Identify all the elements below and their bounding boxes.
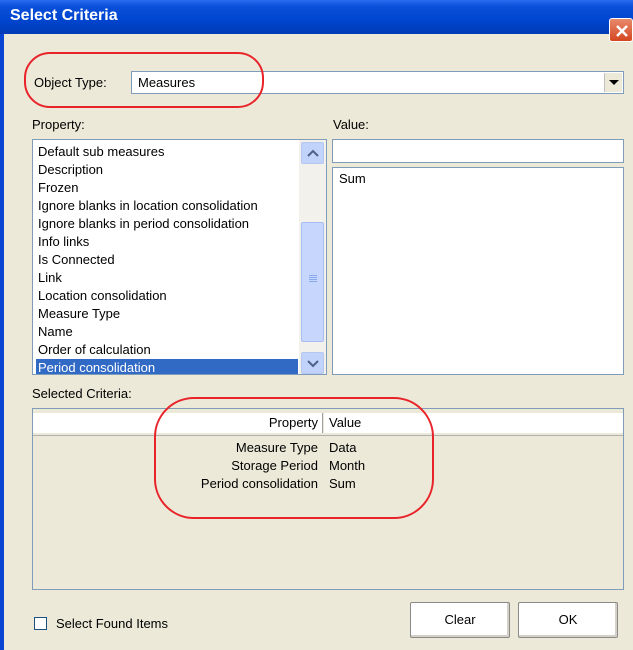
value-input[interactable] <box>332 139 624 163</box>
property-item[interactable]: Name <box>36 323 298 341</box>
property-item[interactable]: Order of calculation <box>36 341 298 359</box>
select-criteria-dialog: Select Criteria Object Type: Measures Pr… <box>0 0 633 650</box>
property-list[interactable]: Default sub measures Description Frozen … <box>32 139 327 375</box>
property-item[interactable]: Info links <box>36 233 298 251</box>
ok-button-label: OK <box>558 612 578 627</box>
selected-criteria-label: Selected Criteria: <box>32 386 132 401</box>
property-scrollbar[interactable] <box>299 140 326 374</box>
clear-button-label: Clear <box>444 612 476 627</box>
property-item[interactable]: Location consolidation <box>36 287 298 305</box>
highlight-ring-object-type <box>24 52 264 108</box>
window-border <box>0 34 4 650</box>
scroll-thumb[interactable] <box>301 222 324 342</box>
chevron-up-icon <box>307 149 319 157</box>
close-icon <box>616 25 628 37</box>
property-item[interactable]: Link <box>36 269 298 287</box>
property-item[interactable]: Description <box>36 161 298 179</box>
ok-button[interactable]: OK <box>518 602 618 638</box>
property-item[interactable]: Ignore blanks in period consolidation <box>36 215 298 233</box>
grip-icon <box>309 275 317 276</box>
chevron-down-icon[interactable] <box>604 73 622 92</box>
close-button[interactable] <box>609 18 633 42</box>
title-bar[interactable]: Select Criteria <box>0 0 633 34</box>
property-item[interactable]: Ignore blanks in location consolidation <box>36 197 298 215</box>
select-found-items-label: Select Found Items <box>56 616 168 631</box>
clear-button[interactable]: Clear <box>410 602 510 638</box>
property-item[interactable]: Measure Type <box>36 305 298 323</box>
scroll-down-button[interactable] <box>301 352 324 374</box>
property-item[interactable]: Default sub measures <box>36 143 298 161</box>
property-item[interactable]: Is Connected <box>36 251 298 269</box>
value-label: Value: <box>333 117 369 132</box>
scroll-up-button[interactable] <box>301 142 324 164</box>
property-item-selected[interactable]: Period consolidation <box>36 359 298 374</box>
property-item[interactable]: Frozen <box>36 179 298 197</box>
highlight-ring-selected-criteria <box>154 397 434 519</box>
value-list[interactable]: Sum <box>332 167 624 375</box>
value-option[interactable]: Sum <box>339 171 366 186</box>
dialog-title: Select Criteria <box>10 7 118 24</box>
chevron-down-icon <box>307 360 319 368</box>
property-label: Property: <box>32 117 85 132</box>
select-found-items-checkbox[interactable] <box>34 617 47 630</box>
